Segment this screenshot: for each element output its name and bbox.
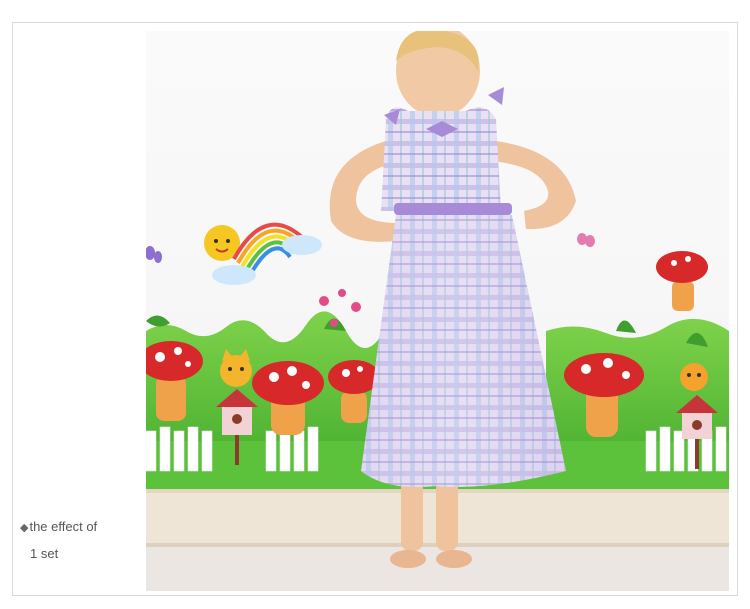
floor <box>146 547 729 591</box>
caption: ◆the effect of 1 set <box>20 514 140 567</box>
caption-line-2: 1 set <box>30 546 59 561</box>
butterfly-icon <box>146 246 162 263</box>
wall-sticker-photo-icon <box>146 31 729 591</box>
caption-line-1: the effect of <box>29 519 98 534</box>
mushroom-house-icon <box>656 251 708 311</box>
dress-belt <box>394 203 512 215</box>
tiger-icon <box>680 363 708 391</box>
diamond-bullet-icon: ◆ <box>20 522 29 534</box>
product-photo <box>146 31 729 591</box>
butterfly-pink-icon <box>577 233 595 247</box>
